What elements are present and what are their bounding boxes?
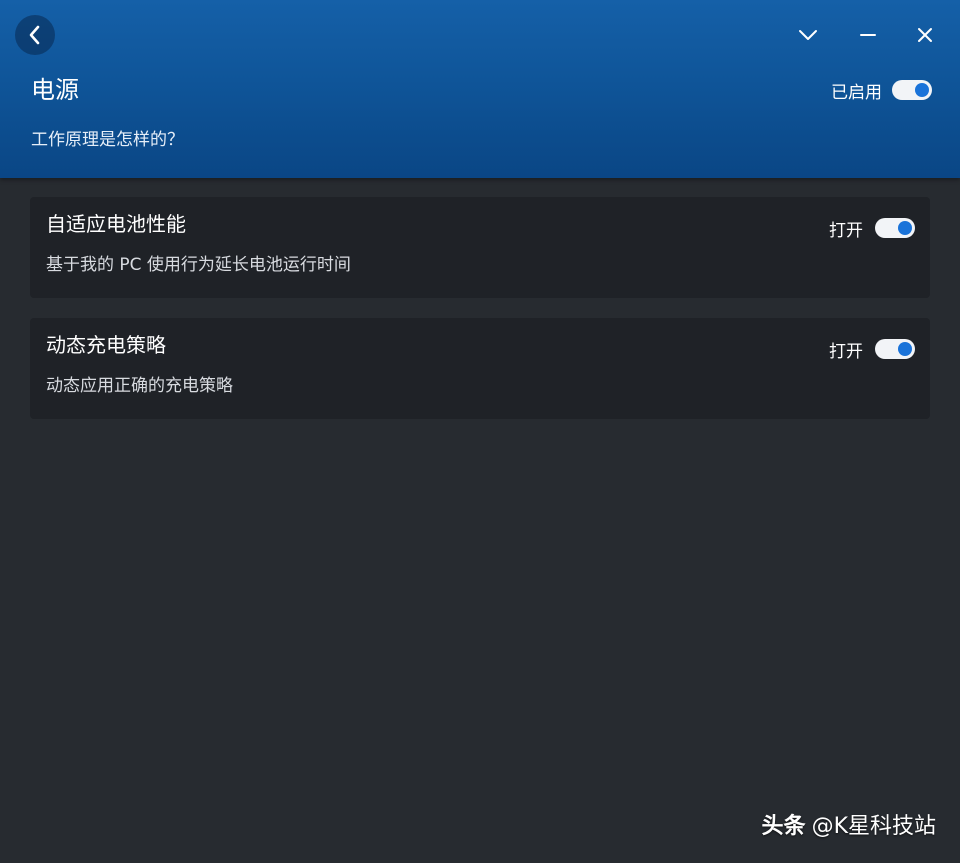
close-icon bbox=[918, 28, 932, 42]
close-button[interactable] bbox=[910, 20, 940, 50]
page-title: 电源 bbox=[31, 76, 79, 104]
setting-toggle-group: 打开 bbox=[829, 216, 915, 241]
toggle-label: 打开 bbox=[829, 341, 863, 362]
toggle-knob bbox=[898, 342, 912, 356]
setting-description: 基于我的 PC 使用行为延长电池运行时间 bbox=[46, 255, 351, 275]
setting-card-dynamic-charging: 动态充电策略 动态应用正确的充电策略 打开 bbox=[30, 318, 930, 419]
enabled-label: 已启用 bbox=[831, 82, 882, 103]
collapse-button[interactable] bbox=[793, 20, 823, 50]
app-window: 电源 已启用 工作原理是怎样的？ 自适应电池性能 基于我的 PC 使用行为延长电… bbox=[0, 0, 960, 863]
chevron-down-icon bbox=[799, 30, 817, 40]
setting-card-adaptive-battery: 自适应电池性能 基于我的 PC 使用行为延长电池运行时间 打开 bbox=[30, 197, 930, 298]
how-it-works-link[interactable]: 工作原理是怎样的？ bbox=[31, 128, 184, 152]
toggle-label: 打开 bbox=[829, 220, 863, 241]
setting-toggle-group: 打开 bbox=[829, 337, 915, 362]
minimize-icon bbox=[860, 34, 876, 36]
enabled-toggle[interactable] bbox=[892, 80, 932, 100]
watermark-handle: @K星科技站 bbox=[811, 814, 936, 839]
setting-title: 动态充电策略 bbox=[46, 333, 166, 357]
adaptive-battery-toggle[interactable] bbox=[875, 218, 915, 238]
chevron-left-icon bbox=[29, 25, 40, 45]
minimize-button[interactable] bbox=[853, 20, 883, 50]
watermark: 头条 @K星科技站 bbox=[762, 812, 936, 842]
setting-title: 自适应电池性能 bbox=[46, 212, 186, 236]
setting-description: 动态应用正确的充电策略 bbox=[46, 376, 233, 396]
back-button[interactable] bbox=[15, 15, 55, 55]
dynamic-charging-toggle[interactable] bbox=[875, 339, 915, 359]
enabled-toggle-group: 已启用 bbox=[831, 78, 932, 103]
header-banner: 电源 已启用 工作原理是怎样的？ bbox=[0, 0, 960, 178]
watermark-brand: 头条 bbox=[761, 814, 806, 839]
toggle-knob bbox=[898, 221, 912, 235]
toggle-knob bbox=[915, 83, 929, 97]
